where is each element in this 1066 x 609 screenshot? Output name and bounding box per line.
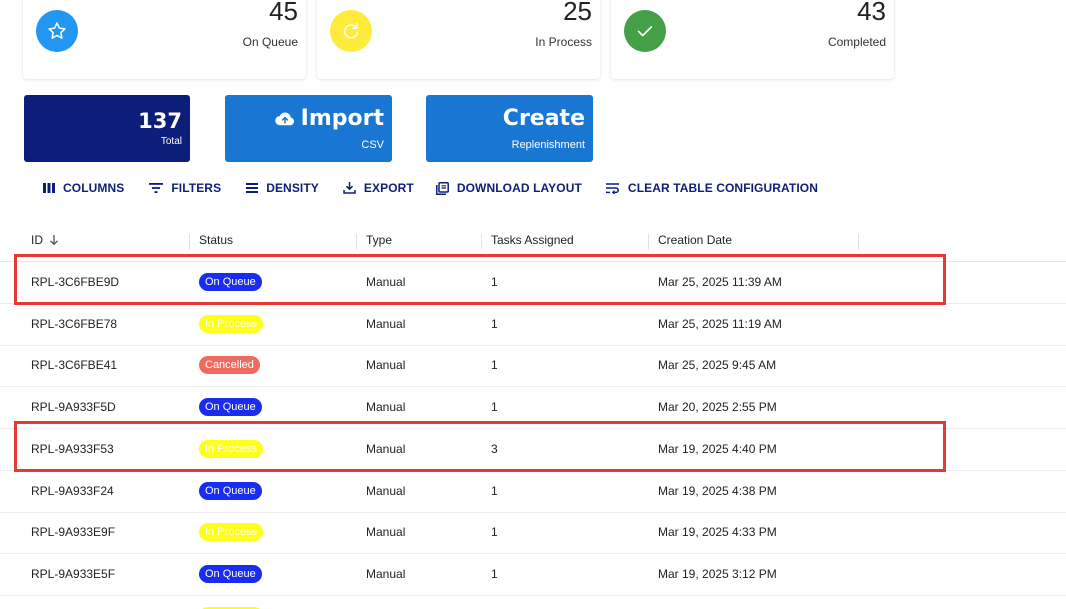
export-button[interactable]: EXPORT	[343, 181, 414, 195]
create-replenishment-button[interactable]: Create Replenishment	[426, 95, 593, 162]
stat-card-completed: 43 Completed	[611, 0, 894, 79]
cell-type: Manual	[366, 567, 406, 581]
import-csv-button[interactable]: Import CSV	[225, 95, 392, 162]
cell-status: In Process	[199, 596, 263, 609]
wrap-text-icon	[605, 182, 619, 194]
cloud-upload-icon	[274, 111, 294, 125]
status-badge: In Process	[199, 314, 263, 333]
cell-id: RPL-3C6FBE41	[31, 358, 118, 372]
columns-label: COLUMNS	[63, 181, 125, 195]
density-button[interactable]: DENSITY	[246, 181, 319, 195]
columns-icon	[43, 183, 55, 193]
table-row[interactable]: In Process	[0, 596, 1066, 609]
create-subtitle: Replenishment	[511, 139, 585, 151]
table-row[interactable]: RPL-3C6FBE78 In Process Manual 1 Mar 25, 202…	[0, 304, 1066, 346]
table-row[interactable]: RPL-3C6FBE41 Cancelled Manual 1 Mar 25, 2025…	[0, 345, 1066, 387]
cell-status: In Process	[199, 304, 263, 345]
cell-type: Manual	[366, 525, 406, 539]
check-icon	[624, 10, 666, 52]
on-queue-label: On Queue	[242, 35, 298, 49]
column-header-type[interactable]: Type	[366, 233, 392, 247]
cell-creation-date: Mar 19, 2025 3:12 PM	[658, 567, 777, 581]
download-layout-label: DOWNLOAD LAYOUT	[456, 181, 582, 195]
column-separator[interactable]	[858, 234, 859, 250]
total-label: Total	[160, 136, 182, 147]
filter-icon	[149, 183, 164, 193]
column-header-tasks-assigned[interactable]: Tasks Assigned	[491, 233, 574, 247]
column-separator[interactable]	[356, 234, 357, 250]
status-badge: In Process	[199, 522, 263, 541]
in-process-count: 25	[563, 0, 592, 26]
clear-config-label: CLEAR TABLE CONFIGURATION	[627, 181, 818, 195]
filters-button[interactable]: FILTERS	[149, 181, 221, 195]
completed-label: Completed	[827, 35, 886, 49]
cell-creation-date: Mar 19, 2025 4:33 PM	[658, 525, 777, 539]
row-highlight-box	[14, 421, 946, 472]
on-queue-count: 45	[269, 0, 298, 26]
total-count: 137	[138, 109, 182, 133]
column-separator[interactable]	[189, 234, 190, 250]
import-label: Import	[300, 106, 384, 131]
create-title: Create	[502, 106, 585, 131]
id-header-label: ID	[31, 233, 43, 247]
cell-tasks-assigned: 1	[491, 317, 498, 331]
export-icon	[343, 182, 356, 194]
status-badge: On Queue	[199, 564, 262, 583]
arrow-down-icon[interactable]	[49, 234, 59, 246]
column-header-creation-date[interactable]: Creation Date	[658, 233, 732, 247]
download-layout-button[interactable]: DOWNLOAD LAYOUT	[435, 181, 582, 195]
density-label: DENSITY	[266, 181, 319, 195]
density-icon	[246, 183, 259, 193]
cell-type: Manual	[366, 484, 406, 498]
filters-label: FILTERS	[171, 181, 222, 195]
completed-count: 43	[857, 0, 886, 26]
cell-id: RPL-9A933E5F	[31, 567, 116, 581]
library-icon	[435, 181, 449, 195]
status-badge: Cancelled	[199, 355, 260, 374]
import-subtitle: CSV	[361, 139, 384, 151]
cell-creation-date: Mar 19, 2025 4:38 PM	[658, 484, 777, 498]
export-label: EXPORT	[363, 181, 414, 195]
cell-id: RPL-9A933F24	[31, 484, 114, 498]
cell-id: RPL-9A933E9F	[31, 525, 116, 539]
cell-creation-date: Mar 25, 2025 9:45 AM	[658, 358, 777, 372]
table-row[interactable]: RPL-9A933F24 On Queue Manual 1 Mar 19, 2025 …	[0, 471, 1066, 513]
import-title: Import	[274, 106, 384, 131]
table-toolbar: COLUMNS FILTERS DENSITY EXPORT DOWNLOAD …	[43, 180, 818, 196]
cell-type: Manual	[366, 317, 406, 331]
table-row[interactable]: RPL-9A933E5F On Queue Manual 1 Mar 19, 2025 …	[0, 554, 1066, 596]
cell-id: RPL-3C6FBE78	[31, 317, 118, 331]
cell-status: Cancelled	[199, 345, 260, 386]
column-separator[interactable]	[481, 234, 482, 250]
cell-status: On Queue	[199, 554, 262, 595]
cell-type: Manual	[366, 358, 406, 372]
column-separator[interactable]	[648, 234, 649, 250]
row-highlight-box	[14, 254, 946, 305]
cell-creation-date: Mar 25, 2025 11:19 AM	[658, 317, 782, 331]
star-icon	[36, 10, 78, 52]
refresh-icon	[330, 10, 372, 52]
status-badge: On Queue	[199, 397, 262, 416]
stat-card-in-process: 25 In Process	[317, 0, 600, 79]
column-header-status[interactable]: Status	[199, 233, 233, 247]
cell-tasks-assigned: 1	[491, 525, 498, 539]
clear-table-configuration-button[interactable]: CLEAR TABLE CONFIGURATION	[605, 181, 818, 195]
columns-button[interactable]: COLUMNS	[43, 181, 124, 195]
cell-status: In Process	[199, 512, 263, 553]
stat-card-on-queue: 45 On Queue	[23, 0, 306, 79]
cell-tasks-assigned: 1	[491, 567, 498, 581]
in-process-label: In Process	[535, 35, 592, 49]
total-tile: 137 Total	[24, 95, 190, 162]
cell-tasks-assigned: 1	[491, 484, 498, 498]
cell-status: On Queue	[199, 471, 262, 512]
status-badge: On Queue	[199, 481, 262, 500]
cell-tasks-assigned: 1	[491, 358, 498, 372]
table-row[interactable]: RPL-9A933E9F In Process Manual 1 Mar 19, 202…	[0, 512, 1066, 554]
column-header-id[interactable]: ID	[31, 233, 59, 247]
